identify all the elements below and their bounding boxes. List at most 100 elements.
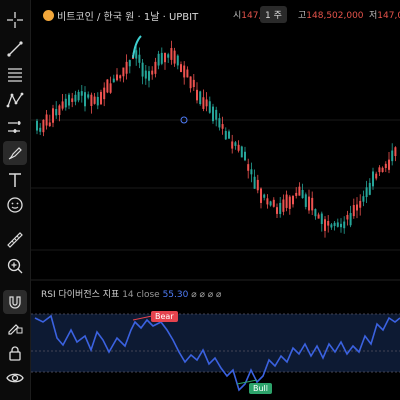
candle-body [320,213,323,225]
candle-body [157,53,160,66]
projection-icon[interactable] [0,115,30,139]
candle-body [388,159,390,170]
candle-body [301,189,304,199]
candle-body [215,109,218,120]
candle-body [128,60,131,67]
rsi-legend[interactable]: RSI 다이버전스 지표 14 close 55.30 ⌀ ⌀ ⌀ ⌀ [41,287,221,300]
candle-body [391,150,394,162]
candle-body [154,61,157,74]
candle-body [170,48,173,60]
candle-body [64,98,67,108]
candle-body [336,222,339,227]
candle-body [164,52,166,63]
interval-pill[interactable]: 1 주 [260,6,287,23]
candle-body [256,179,259,191]
candle-body [144,70,147,79]
pattern-icon[interactable] [0,88,30,112]
indicator-value: 55.30 [162,290,189,300]
candle-body [272,199,275,207]
lock-icon[interactable] [0,341,30,365]
candle-body [298,186,301,196]
ruler-icon[interactable] [0,228,30,252]
low-value: 147,0 [377,11,400,21]
candle-body [372,171,374,187]
candle-body [119,75,122,79]
candle-body [384,163,387,168]
magnet-icon[interactable] [3,290,27,314]
high-value: 148,502,000 [306,11,364,21]
candle-body [186,69,189,78]
ohlc-low: 저147,0 [369,8,400,21]
candle-body [173,50,176,64]
indicator-status-circles: ⌀ ⌀ ⌀ ⌀ [191,290,222,300]
candle-body [48,122,51,127]
candle-body [244,151,246,161]
candle-body [42,119,45,133]
brush-icon[interactable] [3,141,27,165]
candle-body [304,194,307,207]
price-chart[interactable] [31,0,400,400]
candle-body [71,98,74,102]
candle-body [55,108,58,116]
candle-body [224,130,227,140]
bear-divergence-badge: Bear [151,311,178,322]
candle-body [234,142,237,146]
trend-line-icon[interactable] [0,37,30,61]
candle-body [285,194,288,208]
emoji-icon[interactable] [0,193,30,217]
bull-divergence-badge: Bull [249,383,273,394]
candle-body [314,209,317,217]
candle-body [84,92,86,107]
candle-body [221,124,224,129]
candle-body [375,173,378,179]
candle-body [394,147,397,157]
candle-body [103,87,106,100]
chart-area[interactable]: 비트코인 / 한국 원 · 1날 · UPBIT 시147, 1 주 고148,… [31,0,400,400]
candle-body [378,167,381,173]
candle-body [352,205,355,217]
candle-body [349,213,352,226]
bitcoin-logo-icon [43,10,54,21]
candle-body [52,108,54,123]
candle-body [333,222,336,226]
candle-body [311,197,314,211]
candle-body [58,105,61,116]
drawing-toolbar [0,0,31,400]
candle-body [269,201,272,206]
candle-body [116,74,118,81]
candle-body [122,67,125,77]
candle-body [199,91,202,105]
candle-body [196,89,198,101]
candle-body [151,70,154,75]
candle-body [208,101,211,113]
candle-body [141,62,144,77]
candle-body [324,219,326,231]
candle-body [96,96,99,106]
fib-retracement-icon[interactable] [0,62,30,86]
candle-body [346,214,349,220]
candle-body [39,127,42,132]
symbol-title[interactable]: 비트코인 / 한국 원 · 1날 · UPBIT [43,8,198,23]
text-icon[interactable] [0,168,30,192]
candle-body [36,120,38,131]
zoom-in-icon[interactable] [0,254,30,278]
lock-drawing-icon[interactable] [0,315,30,339]
open-value: 147, [241,11,262,21]
crosshair-icon[interactable] [0,8,30,32]
candle-body [61,101,64,109]
candle-body [365,187,368,198]
candle-body [80,91,83,96]
candle-body [330,224,333,228]
candle-body [340,223,342,228]
symbol-title-text: 비트코인 / 한국 원 · 1날 · UPBIT [57,12,199,23]
candle-body [266,198,269,205]
candle-body [176,55,179,66]
candle-body [87,94,90,98]
candle-body [202,97,205,109]
candle-body [356,204,358,211]
eye-icon[interactable] [0,366,30,390]
candle-body [292,195,294,205]
candle-body [135,50,138,59]
candle-body [237,144,240,151]
indicator-name: RSI 다이버전스 지표 [41,290,120,300]
